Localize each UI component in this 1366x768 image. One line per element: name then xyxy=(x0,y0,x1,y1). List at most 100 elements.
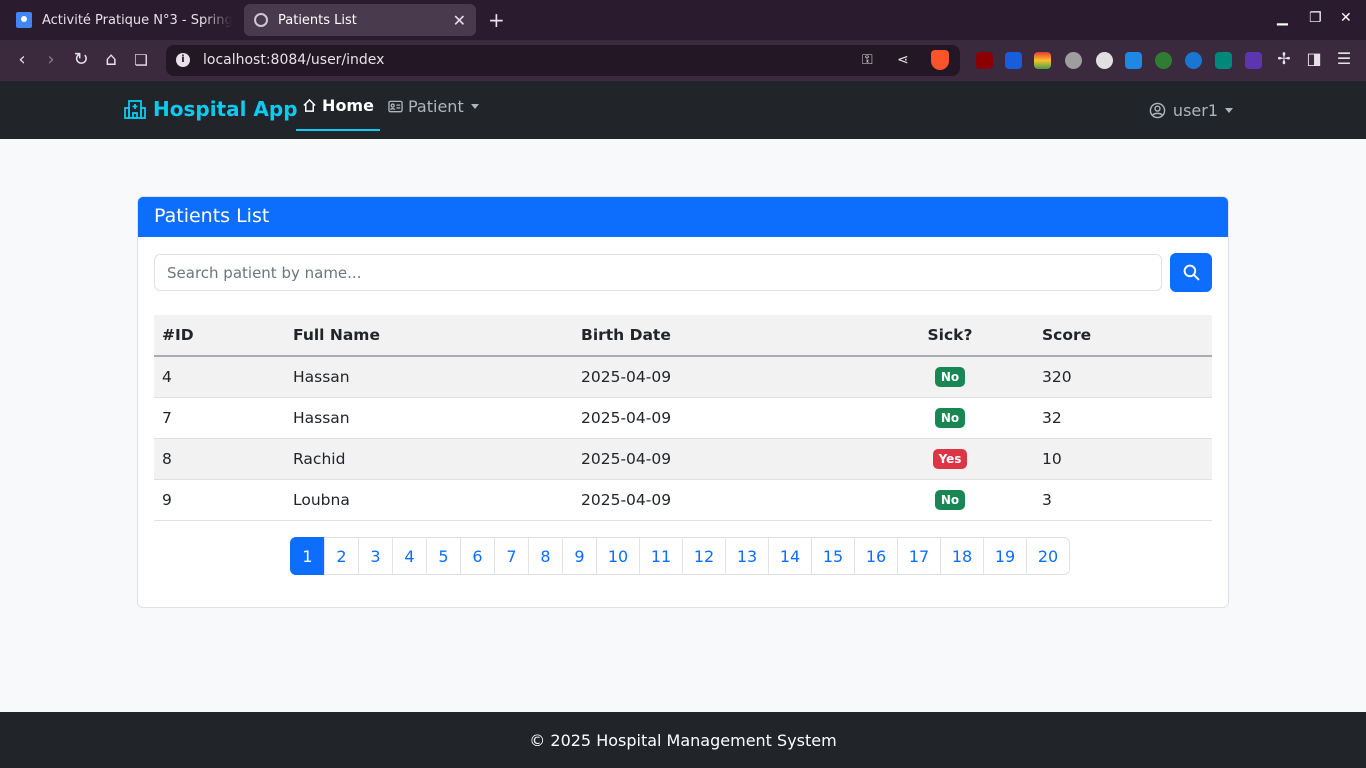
restore-icon[interactable]: ❐ xyxy=(1309,10,1322,26)
cell-birth-date: 2025-04-09 xyxy=(573,397,892,439)
page-link-3[interactable]: 3 xyxy=(358,537,393,575)
card-title: Patients List xyxy=(138,197,1228,237)
column-header-birth-date: Birth Date xyxy=(573,315,892,357)
page-link-1[interactable]: 1 xyxy=(290,537,325,575)
nav-patient-dropdown[interactable]: Patient xyxy=(388,81,479,131)
page-link-15[interactable]: 15 xyxy=(811,537,855,575)
browser-toolbar: ‹ › ↻ ⌂ ❏ i localhost:8084/user/index ⚿ … xyxy=(0,40,1366,111)
cell-birth-date: 2025-04-09 xyxy=(573,479,892,521)
page-link-17[interactable]: 17 xyxy=(897,537,941,575)
browser-tab-active[interactable]: Patients List ✕ xyxy=(244,4,476,36)
page-link-8[interactable]: 8 xyxy=(528,537,563,575)
browser-tab[interactable]: Activité Pratique N°3 - Spring M xyxy=(8,4,240,36)
key-icon[interactable]: ⚿ xyxy=(862,52,873,68)
table-row: 7 Hassan 2025-04-09 No 32 xyxy=(154,397,1212,439)
table-header-row: #ID Full Name Birth Date Sick? Score xyxy=(154,315,1212,357)
page-link-11[interactable]: 11 xyxy=(639,537,683,575)
page-link-7[interactable]: 7 xyxy=(494,537,529,575)
cell-name: Hassan xyxy=(285,397,573,439)
extensions-puzzle-icon[interactable]: ✢ xyxy=(1273,49,1295,68)
new-tab-button[interactable]: + xyxy=(488,8,505,32)
address-bar[interactable]: i localhost:8084/user/index ⚿ ⋖ xyxy=(166,45,960,76)
page-link-2[interactable]: 2 xyxy=(324,537,359,575)
url-text[interactable]: localhost:8084/user/index xyxy=(203,52,384,68)
user-menu-dropdown[interactable]: user1 xyxy=(1149,81,1233,139)
cell-score: 10 xyxy=(1034,438,1212,480)
globe-icon xyxy=(254,13,268,27)
user-circle-icon xyxy=(1149,102,1166,118)
cell-sick: No xyxy=(892,356,1034,398)
back-icon[interactable]: ‹ xyxy=(11,49,33,70)
home-icon[interactable]: ⌂ xyxy=(100,49,122,70)
nav-home[interactable]: Home xyxy=(296,81,380,131)
ublock-icon[interactable] xyxy=(976,52,993,69)
search-button[interactable] xyxy=(1170,253,1212,292)
page-link-18[interactable]: 18 xyxy=(940,537,984,575)
close-window-icon[interactable]: ✕ xyxy=(1340,10,1352,26)
forward-icon[interactable]: › xyxy=(40,49,62,70)
patients-table: #ID Full Name Birth Date Sick? Score 4 H… xyxy=(154,315,1212,521)
house-icon xyxy=(303,98,316,112)
page-link-5[interactable]: 5 xyxy=(426,537,461,575)
site-info-icon[interactable]: i xyxy=(176,53,190,67)
status-badge: No xyxy=(934,489,966,510)
close-tab-icon[interactable]: ✕ xyxy=(453,11,466,30)
chevron-down-icon xyxy=(470,103,479,109)
cell-score: 320 xyxy=(1034,356,1212,398)
page-link-4[interactable]: 4 xyxy=(392,537,427,575)
share-icon[interactable]: ⋖ xyxy=(897,52,909,68)
page-link-13[interactable]: 13 xyxy=(725,537,769,575)
page-link-6[interactable]: 6 xyxy=(460,537,495,575)
extension-icon[interactable] xyxy=(1155,52,1172,69)
extension-icon[interactable] xyxy=(1245,52,1262,69)
page-footer: © 2025 Hospital Management System xyxy=(0,712,1366,768)
cell-sick: Yes xyxy=(892,438,1034,480)
nav-home-label: Home xyxy=(322,95,374,115)
column-header-id: #ID xyxy=(154,315,285,357)
pagination: 1 2 3 4 5 6 7 8 9 10 11 12 13 14 15 16 17 18 19 20 xyxy=(290,537,1070,575)
cell-birth-date: 2025-04-09 xyxy=(573,438,892,480)
sidebar-icon[interactable]: ◨ xyxy=(1303,49,1325,68)
extension-icon[interactable] xyxy=(1185,52,1202,69)
bookmark-icon[interactable]: ❏ xyxy=(130,51,152,69)
page-link-16[interactable]: 16 xyxy=(854,537,898,575)
extension-icon[interactable] xyxy=(1215,52,1232,69)
cell-id: 4 xyxy=(154,356,285,398)
page-link-10[interactable]: 10 xyxy=(596,537,640,575)
cell-score: 32 xyxy=(1034,397,1212,439)
extension-icon[interactable] xyxy=(1065,52,1082,69)
google-docs-icon xyxy=(16,12,32,28)
menu-icon[interactable]: ☰ xyxy=(1333,49,1355,68)
nav-patient-label: Patient xyxy=(408,96,464,116)
brave-shields-icon[interactable] xyxy=(931,50,949,70)
cell-name: Rachid xyxy=(285,438,573,480)
brand-link[interactable]: Hospital App xyxy=(124,97,298,121)
tab-title: Activité Pratique N°3 - Spring M xyxy=(42,12,232,28)
user-name: user1 xyxy=(1172,100,1218,120)
column-header-sick: Sick? xyxy=(892,315,1034,357)
cell-id: 9 xyxy=(154,479,285,521)
status-badge: No xyxy=(934,407,966,428)
search-input[interactable] xyxy=(154,254,1162,291)
tab-title: Patients List xyxy=(278,12,357,28)
app-navbar: Hospital App Home Patient user1 xyxy=(0,81,1366,139)
extension-icon[interactable] xyxy=(1034,52,1051,69)
cell-score: 3 xyxy=(1034,479,1212,521)
page-link-9[interactable]: 9 xyxy=(562,537,597,575)
status-badge: Yes xyxy=(932,448,968,469)
table-row: 9 Loubna 2025-04-09 No 3 xyxy=(154,479,1212,521)
extension-icon[interactable] xyxy=(1096,52,1113,69)
cell-sick: No xyxy=(892,479,1034,521)
page-link-12[interactable]: 12 xyxy=(682,537,726,575)
page-link-19[interactable]: 19 xyxy=(983,537,1027,575)
id-card-icon xyxy=(388,100,403,112)
cell-name: Loubna xyxy=(285,479,573,521)
bitwarden-icon[interactable] xyxy=(1005,52,1022,69)
reload-icon[interactable]: ↻ xyxy=(70,49,92,70)
page-link-14[interactable]: 14 xyxy=(768,537,812,575)
patients-card: Patients List #ID Full Name Birth Date S… xyxy=(137,196,1229,608)
minimize-icon[interactable]: ▁ xyxy=(1277,10,1288,26)
extension-icon[interactable] xyxy=(1125,52,1142,69)
page-link-20[interactable]: 20 xyxy=(1026,537,1070,575)
column-header-name: Full Name xyxy=(285,315,573,357)
